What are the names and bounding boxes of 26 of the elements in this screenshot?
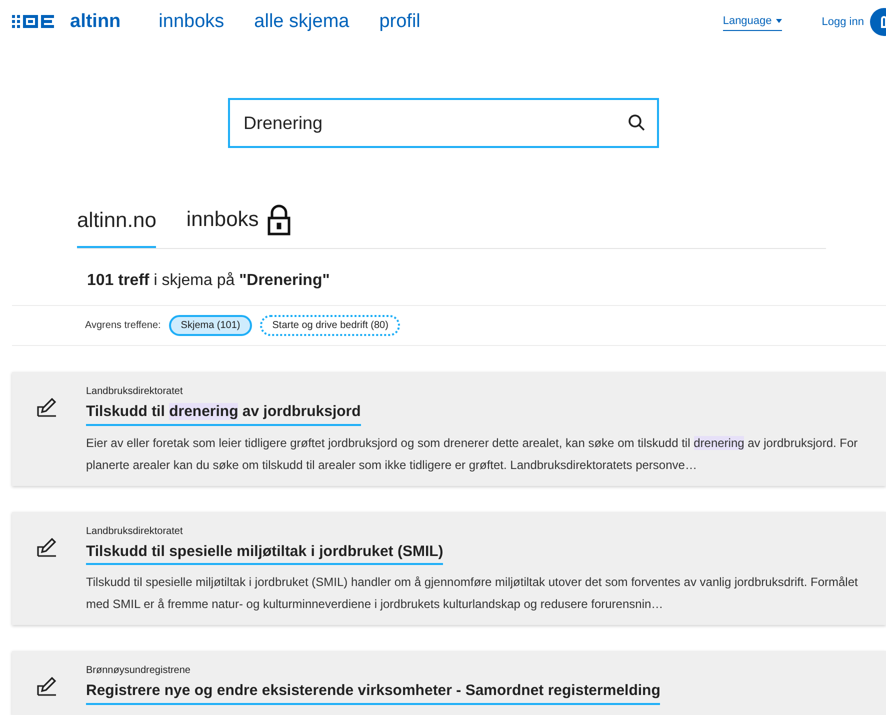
nav-link[interactable]: alle skjema [254, 8, 350, 36]
result-summary: 101 treff i skjema på "Drenering" [87, 271, 331, 291]
logo-link[interactable]: altinn [70, 8, 121, 36]
result-title-link[interactable]: Tilskudd til spesielle miljøtiltak i jordbruket (SMIL) [86, 540, 444, 565]
edit-icon [36, 398, 58, 418]
search-tab[interactable]: innboks [186, 204, 291, 248]
nav-link[interactable]: innboks [158, 8, 224, 36]
result-source: Brønnøysundregistrene [86, 664, 192, 678]
filter-label: Avgrens treffene: [85, 319, 161, 333]
edit-icon [36, 538, 58, 558]
nav-link[interactable]: profil [379, 8, 420, 36]
filter-chip[interactable]: Skjema (101) [168, 315, 252, 336]
result-description: Eier av eller foretak som leier tidligere grøftet jordbruksjord og som drenerer dette arealet, kan søke om tilskudd til drenering av jordbruksjord. For planerte arealer kan du søke om tilskudd til arealer som ikke tidligere er grøftet. Landbruksdirektoratets personve… [86, 434, 859, 474]
caret-icon [776, 19, 782, 23]
result-source: Landbruksdirektoratet [86, 385, 184, 399]
result-description: Tilskudd til spesielle miljøtiltak i jordbruket (SMIL) handler om å gjennomføre miljøtiltak utover det som forventes av vanlig jordbruksdrift. Formålet med SMIL er å fremme natur- og kulturminneverdiene i jordbrukets kulturlandskap og redusere forurensnin… [86, 574, 859, 613]
search-icon[interactable] [628, 114, 644, 131]
search-tab[interactable]: altinn.no [77, 204, 156, 248]
result-title-link[interactable]: Registrere nye og endre eksisterende virksomheter - Samordnet registermelding [86, 680, 660, 704]
result-title-link[interactable]: Tilskudd til drenering av jordbruksjord [86, 401, 361, 426]
result-source: Landbruksdirektoratet [86, 524, 184, 538]
language-dropdown[interactable]: Language [722, 12, 782, 32]
edit-icon [36, 677, 58, 697]
login-link[interactable]: Logg inn [822, 14, 864, 30]
filter-chip[interactable]: Starte og drive bedrift (80) [260, 315, 400, 336]
search-field[interactable]: Drenering [228, 98, 658, 148]
